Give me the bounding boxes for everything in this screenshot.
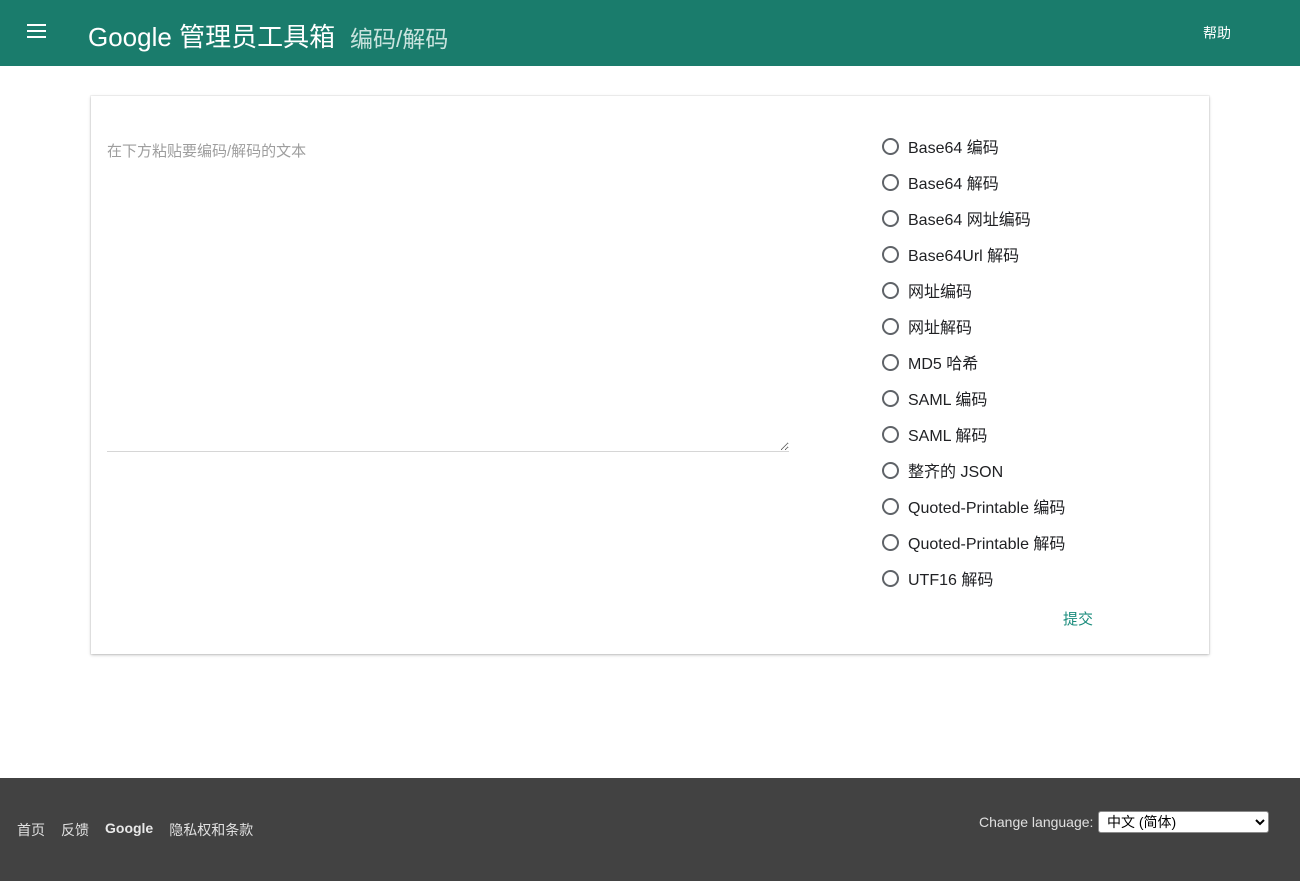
radio-button[interactable]	[882, 137, 899, 155]
radio-button[interactable]	[882, 353, 899, 371]
option-qp-encode[interactable]: Quoted-Printable 编码	[882, 488, 1182, 524]
encode-decode-card: Base64 编码 Base64 解码 Base64 网址编码 Base64Ur…	[91, 96, 1209, 654]
option-saml-encode[interactable]: SAML 编码	[882, 380, 1182, 416]
option-base64-encode[interactable]: Base64 编码	[882, 128, 1182, 164]
app-header: Google 管理员工具箱 编码/解码 帮助	[0, 0, 1300, 66]
option-label: 网址编码	[908, 284, 973, 301]
text-input[interactable]	[107, 130, 789, 452]
option-pretty-json[interactable]: 整齐的 JSON	[882, 452, 1182, 488]
option-label: Base64 网址编码	[908, 212, 1031, 229]
page-title: 编码/解码	[350, 26, 449, 52]
radio-button[interactable]	[882, 281, 899, 299]
menu-icon-bar	[27, 24, 46, 26]
radio-button[interactable]	[882, 209, 899, 227]
option-label: Quoted-Printable 编码	[908, 500, 1066, 517]
option-label: 网址解码	[908, 320, 973, 337]
radio-button[interactable]	[882, 533, 899, 551]
option-saml-decode[interactable]: SAML 解码	[882, 416, 1182, 452]
option-label: SAML 编码	[908, 392, 988, 409]
option-base64-url-encode[interactable]: Base64 网址编码	[882, 200, 1182, 236]
option-qp-decode[interactable]: Quoted-Printable 解码	[882, 524, 1182, 560]
option-md5-hash[interactable]: MD5 哈希	[882, 344, 1182, 380]
option-utf16-decode[interactable]: UTF16 解码	[882, 560, 1182, 596]
help-link[interactable]: 帮助	[1203, 24, 1231, 42]
menu-icon-bar	[27, 36, 46, 38]
radio-button[interactable]	[882, 425, 899, 443]
option-url-decode[interactable]: 网址解码	[882, 308, 1182, 344]
option-label: Quoted-Printable 解码	[908, 536, 1066, 553]
operation-options: Base64 编码 Base64 解码 Base64 网址编码 Base64Ur…	[882, 128, 1182, 596]
footer-link-home[interactable]: 首页	[17, 820, 45, 840]
option-base64url-decode[interactable]: Base64Url 解码	[882, 236, 1182, 272]
menu-icon[interactable]	[22, 16, 52, 46]
option-label: 整齐的 JSON	[908, 464, 1004, 481]
footer-links: 首页 反馈 Google 隐私权和条款	[17, 820, 253, 840]
radio-button[interactable]	[882, 461, 899, 479]
submit-button[interactable]: 提交	[1055, 604, 1101, 633]
app-title: Google 管理员工具箱	[88, 22, 336, 52]
radio-button[interactable]	[882, 497, 899, 515]
radio-button[interactable]	[882, 389, 899, 407]
option-label: MD5 哈希	[908, 356, 979, 373]
option-url-encode[interactable]: 网址编码	[882, 272, 1182, 308]
radio-button[interactable]	[882, 317, 899, 335]
option-base64-decode[interactable]: Base64 解码	[882, 164, 1182, 200]
footer-link-privacy-terms[interactable]: 隐私权和条款	[169, 820, 253, 840]
radio-button[interactable]	[882, 173, 899, 191]
option-label: Base64Url 解码	[908, 248, 1020, 265]
radio-button[interactable]	[882, 569, 899, 587]
option-label: Base64 编码	[908, 140, 999, 157]
menu-icon-bar	[27, 30, 46, 32]
option-label: Base64 解码	[908, 176, 999, 193]
footer-link-feedback[interactable]: 反馈	[61, 820, 89, 840]
option-label: SAML 解码	[908, 428, 988, 445]
footer: 首页 反馈 Google 隐私权和条款 Change language: 中文 …	[0, 778, 1300, 881]
page: Google 管理员工具箱 编码/解码 帮助 Base64 编码 Base64 …	[0, 0, 1300, 881]
radio-button[interactable]	[882, 245, 899, 263]
footer-link-google[interactable]: Google	[105, 820, 153, 840]
language-label: Change language:	[979, 814, 1094, 830]
option-label: UTF16 解码	[908, 572, 994, 589]
language-select[interactable]: 中文 (简体)	[1098, 811, 1269, 833]
